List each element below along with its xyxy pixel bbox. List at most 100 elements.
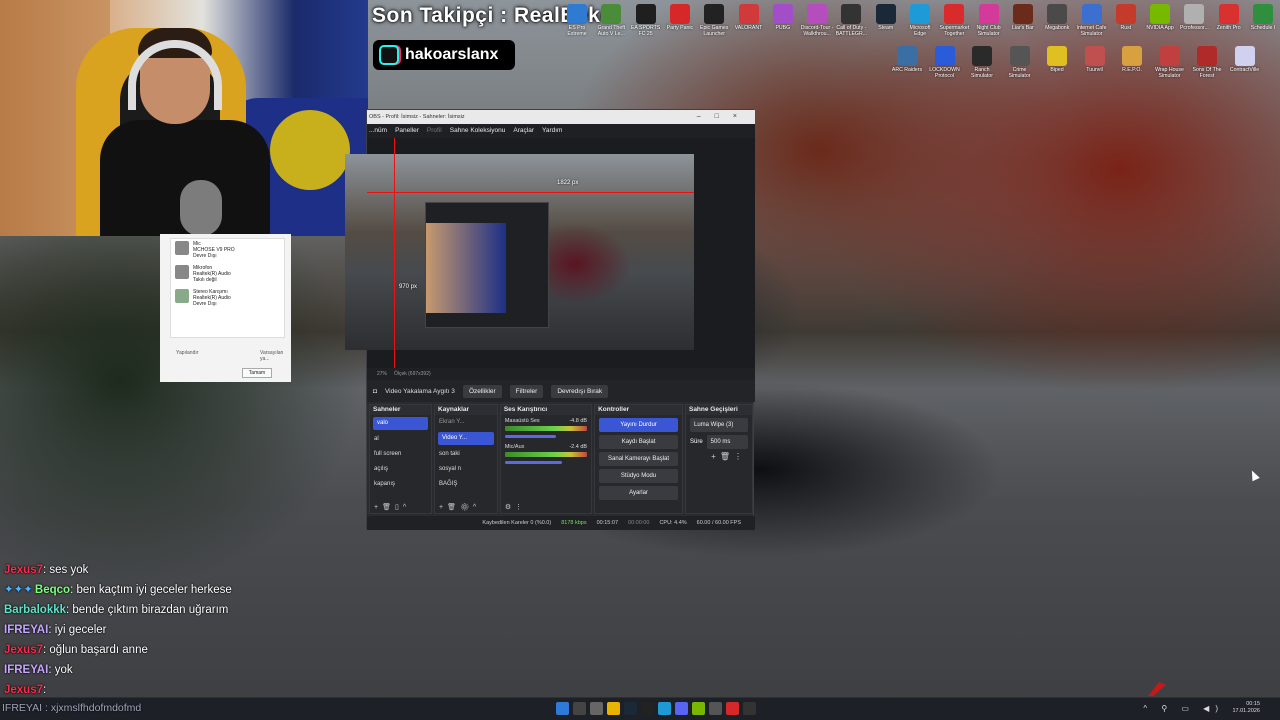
properties-button[interactable]: Özellikler bbox=[462, 384, 502, 398]
desktop-icon[interactable]: ES Pro Extreme bbox=[560, 2, 594, 37]
duration-input[interactable]: 500 ms bbox=[706, 435, 748, 449]
source-item[interactable]: Video Y... bbox=[438, 432, 494, 445]
desktop-icon[interactable]: Ranch Simulator bbox=[965, 44, 999, 79]
desktop-icon[interactable]: Megabonk bbox=[1040, 2, 1074, 31]
task-view-icon[interactable] bbox=[590, 702, 603, 715]
maximize-icon[interactable]: □ bbox=[715, 113, 733, 120]
desktop-icon[interactable]: Internet Cafe Simulator bbox=[1075, 2, 1109, 37]
transition-toolbar[interactable]: +🗑⋮ bbox=[686, 452, 752, 461]
source-item[interactable]: BAĞIŞ bbox=[435, 477, 497, 492]
desktop-icon[interactable]: LOCKDOWN Protocol bbox=[928, 44, 962, 79]
obs-preview[interactable]: 1822 px 970 px bbox=[345, 138, 755, 368]
stop-streaming-button[interactable]: Yayını Durdur bbox=[599, 418, 678, 432]
desktop-icon[interactable]: ContractVille bbox=[1228, 44, 1262, 73]
desktop-icon[interactable]: Liar's Bar bbox=[1006, 2, 1040, 31]
desktop-icon[interactable]: Crime Simulator bbox=[1003, 44, 1037, 79]
menu-item-docks[interactable]: Paneller bbox=[395, 124, 419, 138]
volume-slider[interactable] bbox=[504, 435, 556, 438]
desktop-icon[interactable]: Zenith Pro bbox=[1212, 2, 1246, 31]
desktop-icon[interactable]: PUBG bbox=[766, 2, 800, 31]
desktop-icon[interactable]: Discord-Tour - Walkthrou... bbox=[800, 2, 834, 37]
scene-item[interactable]: açılış bbox=[370, 462, 431, 477]
desktop-icon[interactable]: Call of Duty - BATTLEGR... bbox=[834, 2, 868, 37]
discord-icon[interactable] bbox=[675, 702, 688, 715]
app-icon bbox=[1122, 46, 1142, 66]
set-default-button[interactable]: Varsayılan ya... bbox=[260, 350, 291, 362]
desktop-icon[interactable]: Sons Of The Forest bbox=[1190, 44, 1224, 79]
desktop-icon[interactable]: Party Panic bbox=[663, 2, 697, 31]
volume-slider[interactable] bbox=[504, 461, 563, 464]
chat-username: Jexus7 bbox=[4, 684, 44, 696]
spotify-icon[interactable] bbox=[692, 702, 705, 715]
app-icon bbox=[1081, 4, 1102, 24]
windows-start-icon[interactable] bbox=[556, 702, 569, 715]
desktop-icon[interactable]: VALORANT bbox=[732, 2, 766, 31]
window-title: OBS - Profil: İsimsiz - Sahneler: İsimsi… bbox=[369, 114, 465, 120]
configure-button[interactable]: Yapılandır bbox=[176, 350, 198, 356]
file-explorer-icon[interactable] bbox=[607, 702, 620, 715]
menu-item-profile[interactable]: Profil bbox=[427, 124, 442, 138]
device-item[interactable]: Stereo Karışımı Realtek(R) Audio Devre D… bbox=[175, 289, 280, 307]
studio-mode-button[interactable]: Stüdyo Modu bbox=[599, 469, 678, 483]
ok-button[interactable]: Tamam bbox=[242, 368, 272, 378]
app-icon bbox=[567, 4, 587, 24]
mixer-dock-toolbar[interactable]: ⚙⋮ bbox=[505, 503, 526, 511]
menu-item-tools[interactable]: Araçlar bbox=[513, 124, 534, 138]
transition-select[interactable]: Luma Wipe (3) bbox=[689, 418, 748, 432]
source-item[interactable]: sosyal n bbox=[435, 462, 497, 477]
app-icon[interactable] bbox=[726, 702, 739, 715]
desktop-icon[interactable]: Pcrofessor... bbox=[1177, 2, 1211, 31]
desktop-icon[interactable]: Wrap House Simulator bbox=[1153, 44, 1187, 79]
obs-icon[interactable] bbox=[641, 702, 654, 715]
source-item[interactable]: son taki bbox=[435, 447, 497, 462]
desktop-icon[interactable]: Grand Theft Auto V Le... bbox=[594, 2, 628, 37]
scale-label[interactable]: Ölçek (697x392) bbox=[394, 371, 431, 377]
desktop-icon[interactable]: EA SPORTS FC 25 bbox=[629, 2, 663, 37]
device-item[interactable]: Mikrofon Realtek(R) Audio Takılı değil bbox=[175, 265, 280, 283]
scene-item[interactable]: al bbox=[370, 432, 431, 447]
desktop-icon[interactable]: Microsoft Edge bbox=[903, 2, 937, 37]
source-dock-toolbar[interactable]: +🗑⚙^ bbox=[439, 503, 480, 511]
desktop-icon[interactable]: Night Club Simulator bbox=[972, 2, 1006, 37]
scene-item[interactable]: kapanış bbox=[370, 477, 431, 492]
close-icon[interactable]: × bbox=[733, 113, 751, 120]
desktop-icon[interactable]: Supermarket Together bbox=[937, 2, 971, 37]
start-recording-button[interactable]: Kaydı Başlat bbox=[599, 435, 678, 449]
source-item[interactable]: Ekran Y... bbox=[435, 415, 497, 430]
preview-nested-capture bbox=[425, 202, 549, 328]
desktop-icon[interactable]: R.E.P.O. bbox=[1115, 44, 1149, 73]
desktop-icon[interactable]: Biped bbox=[1040, 44, 1074, 73]
menu-item-help[interactable]: Yardım bbox=[542, 124, 562, 138]
menu-item-scene-collection[interactable]: Sahne Koleksiyonu bbox=[450, 124, 506, 138]
minimize-icon[interactable]: – bbox=[697, 113, 715, 120]
search-icon[interactable] bbox=[573, 702, 586, 715]
desktop-icon[interactable]: Schedule I bbox=[1246, 2, 1280, 31]
desktop-icon[interactable]: Steam bbox=[869, 2, 903, 31]
desktop-icon[interactable]: NVIDIA App bbox=[1143, 2, 1177, 31]
app-icon bbox=[1253, 4, 1273, 24]
chat-message: IFREYAI: iyi geceler bbox=[4, 620, 424, 640]
desktop-icon[interactable]: Rust bbox=[1109, 2, 1143, 31]
edge-icon[interactable] bbox=[658, 702, 671, 715]
webcam-overlay bbox=[0, 0, 368, 236]
desktop-icon[interactable]: ARC Raiders bbox=[890, 44, 924, 73]
chat-text: : yok bbox=[48, 664, 73, 676]
deactivate-button[interactable]: Devredışı Bırak bbox=[551, 384, 609, 398]
scene-dock-toolbar[interactable]: +🗑▯^ bbox=[374, 503, 410, 511]
desktop-icon[interactable]: Epic Games Launcher bbox=[697, 2, 731, 37]
settings-button[interactable]: Ayarlar bbox=[599, 486, 678, 500]
camera-icon: ◘ bbox=[373, 387, 377, 395]
settings-icon[interactable] bbox=[709, 702, 722, 715]
steam-icon[interactable] bbox=[624, 702, 637, 715]
desktop-icon[interactable]: Tuunvil bbox=[1078, 44, 1112, 73]
clock[interactable]: 00:15 17.01.2026 bbox=[1232, 701, 1260, 715]
zoom-level[interactable]: 27% bbox=[377, 371, 387, 377]
start-virtual-camera-button[interactable]: Sanal Kamerayı Başlat bbox=[599, 452, 678, 466]
app-icon[interactable] bbox=[743, 702, 756, 715]
system-tray[interactable]: ^ ⚲ ▭ ◀) bbox=[1143, 704, 1224, 713]
scene-item[interactable]: full screen bbox=[370, 447, 431, 462]
device-item[interactable]: Mic MCHOSE V9 PRO Devre Dışı bbox=[175, 241, 280, 259]
menu-item-view[interactable]: ...nüm bbox=[369, 124, 387, 138]
scene-item[interactable]: valo bbox=[373, 417, 428, 430]
filters-button[interactable]: Filtreler bbox=[509, 384, 544, 398]
